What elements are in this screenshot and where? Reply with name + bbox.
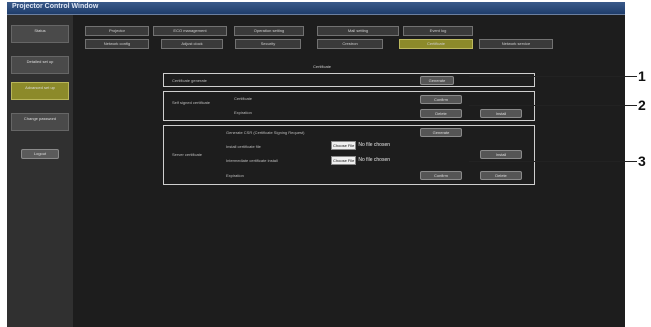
self-signed-label: Self signed certificate	[172, 100, 211, 105]
logout-button[interactable]: Logout	[21, 149, 59, 159]
title-bar: Projector Control Window	[7, 2, 625, 15]
certificate-generate-label: Certificate generate	[172, 78, 207, 83]
self-signed-confirm-button[interactable]: Confirm	[420, 95, 462, 104]
sidebar: Status Detailed set up Advanced set up C…	[7, 15, 73, 327]
tab-certificate[interactable]: Certificate	[399, 39, 473, 49]
main-content: Projector ECO management Operation setti…	[73, 15, 625, 327]
tab-security[interactable]: Security	[235, 39, 301, 49]
sidebar-item-advanced-setup[interactable]: Advanced set up	[11, 82, 69, 100]
self-signed-expiration-label: Expiration	[234, 110, 252, 115]
callout-2: 2	[638, 97, 646, 113]
install-certificate-label: Install certificate file	[226, 144, 261, 149]
callout-3: 3	[638, 153, 646, 169]
server-delete-button[interactable]: Delete	[480, 171, 522, 180]
sidebar-item-change-password[interactable]: Change password	[11, 113, 69, 131]
server-expiration-label: Expiration	[226, 173, 244, 178]
tab-network-service[interactable]: Network service	[479, 39, 553, 49]
choose-file-button[interactable]: Choose File	[331, 155, 357, 165]
self-signed-certificate-label: Certificate	[234, 96, 253, 101]
intermediate-certificate-label: Intermediate certificate install	[226, 158, 278, 163]
tab-mail-setting[interactable]: Mail setting	[317, 26, 399, 36]
app-window: Projector Control Window Status Detailed…	[7, 2, 625, 327]
self-signed-delete-button[interactable]: Delete	[420, 109, 462, 118]
tab-operation-setting[interactable]: Operation setting	[234, 26, 304, 36]
server-certificate-panel: Server certificate Generate CSR (Certifi…	[163, 125, 535, 185]
intermediate-certificate-file-picker[interactable]: Choose File No file chosen	[331, 155, 391, 165]
tab-network-config[interactable]: Network config	[85, 39, 149, 49]
choose-file-button[interactable]: Choose File	[331, 140, 357, 150]
file-status: No file chosen	[358, 142, 391, 148]
callout-line-1	[469, 76, 637, 77]
self-signed-install-button[interactable]: Install	[480, 109, 522, 118]
sidebar-item-detailed-setup[interactable]: Detailed set up	[11, 56, 69, 74]
generate-button[interactable]: Generate	[420, 76, 454, 85]
self-signed-certificate-panel: Self signed certificate Certificate Expi…	[163, 91, 535, 121]
tab-eco-management[interactable]: ECO management	[153, 26, 227, 36]
window-title: Projector Control Window	[12, 3, 99, 10]
server-certificate-label: Server certificate	[172, 152, 203, 157]
server-install-button[interactable]: Install	[480, 150, 522, 159]
tab-adjust-clock[interactable]: Adjust clock	[161, 39, 223, 49]
server-confirm-button[interactable]: Confirm	[420, 171, 462, 180]
install-certificate-file-picker[interactable]: Choose File No file chosen	[331, 140, 391, 150]
file-status: No file chosen	[358, 157, 391, 163]
section-title: Certificate	[313, 64, 332, 69]
tab-event-log[interactable]: Event log	[403, 26, 473, 36]
callout-line-3	[469, 161, 637, 162]
generate-csr-button[interactable]: Generate	[420, 128, 462, 137]
callout-1: 1	[638, 68, 646, 84]
tab-projector[interactable]: Projector	[85, 26, 149, 36]
sidebar-item-status[interactable]: Status	[11, 25, 69, 43]
generate-csr-label: Generate CSR (Certificate Signing Reques…	[226, 130, 305, 135]
callout-line-2	[469, 105, 637, 106]
tab-crestron[interactable]: Crestron	[317, 39, 383, 49]
